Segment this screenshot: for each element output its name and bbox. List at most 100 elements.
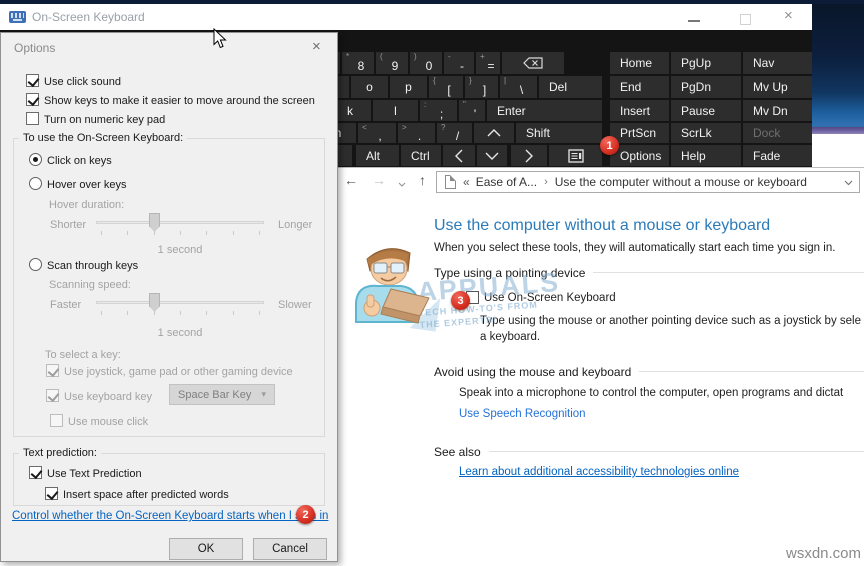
osk-key[interactable]: PgUp <box>671 52 741 74</box>
section-avoid-mouse-keyboard: Avoid using the mouse and keyboard <box>434 364 864 379</box>
osk-key[interactable]: Help <box>671 145 741 166</box>
use-click-sound-label[interactable]: Use click sound <box>44 76 121 88</box>
osk-key[interactable]: Insert <box>610 100 669 121</box>
hover-duration-slider[interactable] <box>96 221 264 224</box>
osk-key[interactable]: "' <box>459 100 485 121</box>
breadcrumb-current-page[interactable]: Use the computer without a mouse or keyb… <box>555 175 807 189</box>
osk-key[interactable]: <, <box>358 123 396 143</box>
osk-key[interactable]: ?/ <box>437 123 472 143</box>
breadcrumb-ease-of-access[interactable]: Ease of A... <box>476 175 537 189</box>
hover-over-keys-label[interactable]: Hover over keys <box>47 179 126 191</box>
osk-key[interactable]: l <box>373 100 418 121</box>
use-click-sound-checkbox[interactable] <box>26 74 39 87</box>
accessibility-technologies-link[interactable]: Learn about additional accessibility tec… <box>459 466 739 478</box>
osk-key[interactable]: PrtScn <box>610 123 669 143</box>
insert-space-checkbox[interactable] <box>45 487 58 500</box>
startup-control-link[interactable]: Control whether the On-Screen Keyboard s… <box>12 510 328 522</box>
cancel-button[interactable]: Cancel <box>253 538 327 560</box>
key-label: Home <box>620 57 652 69</box>
close-icon[interactable]: × <box>784 7 793 24</box>
osk-key[interactable]: {[ <box>429 76 463 98</box>
key-label: k <box>347 105 353 117</box>
click-on-keys-radio[interactable] <box>29 153 42 166</box>
osk-key[interactable]: Fade <box>743 145 812 166</box>
show-keys-label[interactable]: Show keys to make it easier to move arou… <box>44 95 315 107</box>
use-text-prediction-label[interactable]: Use Text Prediction <box>47 468 142 480</box>
osk-key[interactable]: Nav <box>743 52 812 74</box>
osk-key[interactable]: Ctrl <box>401 145 441 166</box>
scan-slower-label: Slower <box>278 299 312 311</box>
scan-through-keys-radio[interactable] <box>29 258 42 271</box>
key-label: PgDn <box>681 81 711 93</box>
osk-key[interactable]: += <box>476 52 500 74</box>
numeric-keypad-checkbox[interactable] <box>26 112 39 125</box>
show-keys-checkbox[interactable] <box>26 93 39 106</box>
forward-arrow-icon[interactable]: → <box>372 172 386 188</box>
osk-key-dock-menu[interactable] <box>549 145 602 166</box>
use-text-prediction-checkbox[interactable] <box>29 466 42 479</box>
key-label: ScrLk <box>681 127 712 139</box>
osk-key[interactable]: Home <box>610 52 669 74</box>
osk-key[interactable]: Mv Up <box>743 76 812 98</box>
address-dropdown-chevron-icon[interactable] <box>844 173 853 191</box>
osk-key[interactable]: -- <box>444 52 474 74</box>
keyboard-key-label: Use keyboard key <box>64 391 152 403</box>
recent-pages-chevron-icon[interactable] <box>398 175 406 191</box>
osk-key[interactable]: *8 <box>342 52 374 74</box>
screen: ← → ↑ « Ease of A... › Use the computer … <box>0 0 864 566</box>
breadcrumb-prefix: « <box>463 175 470 189</box>
osk-key-backspace[interactable] <box>502 52 564 74</box>
use-speech-recognition-link[interactable]: Use Speech Recognition <box>459 408 586 420</box>
mouse-click-checkbox[interactable] <box>50 414 63 427</box>
osk-key[interactable]: :; <box>420 100 457 121</box>
keyboard-key-dropdown[interactable]: Space Bar Key ▾ <box>169 384 275 405</box>
key-label: l <box>394 105 397 117</box>
back-arrow-icon[interactable]: ← <box>344 172 358 188</box>
insert-space-label[interactable]: Insert space after predicted words <box>63 489 229 501</box>
osk-key[interactable]: Del <box>539 76 602 98</box>
osk-key[interactable]: Enter <box>487 100 602 121</box>
section-see-also: See also <box>434 444 864 459</box>
key-label: 0 <box>426 60 433 72</box>
minimize-icon[interactable] <box>688 20 700 22</box>
osk-key-chevron-left[interactable] <box>443 145 475 166</box>
osk-key[interactable]: )0 <box>410 52 442 74</box>
osk-key[interactable]: Alt <box>356 145 399 166</box>
osk-key[interactable]: p <box>390 76 427 98</box>
osk-key[interactable]: ScrLk <box>671 123 741 143</box>
joystick-checkbox[interactable] <box>46 364 59 377</box>
osk-titlebar[interactable]: On-Screen Keyboard × <box>0 4 812 30</box>
click-on-keys-label[interactable]: Click on keys <box>47 155 112 167</box>
key-shift-char: > <box>402 123 407 132</box>
key-label: ' <box>474 108 476 120</box>
use-osk-label[interactable]: Use On-Screen Keyboard <box>484 292 616 304</box>
osk-key[interactable]: Dock <box>743 123 812 143</box>
keyboard-key-checkbox[interactable] <box>46 389 59 402</box>
osk-key[interactable]: End <box>610 76 669 98</box>
scan-through-keys-label[interactable]: Scan through keys <box>47 260 138 272</box>
address-bar[interactable]: « Ease of A... › Use the computer withou… <box>436 171 860 193</box>
osk-key[interactable]: o <box>351 76 388 98</box>
osk-key[interactable]: Pause <box>671 100 741 121</box>
osk-key[interactable]: Shift <box>516 123 602 143</box>
dialog-close-icon[interactable]: × <box>312 38 321 55</box>
osk-key-chevron-down[interactable] <box>477 145 507 166</box>
hover-over-keys-radio[interactable] <box>29 177 42 190</box>
scanning-speed-slider[interactable] <box>96 301 264 304</box>
page-icon <box>445 175 456 189</box>
ok-button[interactable]: OK <box>169 538 243 560</box>
osk-key[interactable]: Mv Dn <box>743 100 812 121</box>
up-arrow-icon[interactable]: ↑ <box>419 172 426 188</box>
osk-key-chevron-up[interactable] <box>474 123 514 143</box>
key-label: Dock <box>753 127 780 139</box>
osk-key[interactable]: |\ <box>500 76 537 98</box>
numeric-keypad-label[interactable]: Turn on numeric key pad <box>44 114 165 126</box>
osk-window-title: On-Screen Keyboard <box>32 10 145 24</box>
osk-key[interactable]: }] <box>465 76 498 98</box>
osk-key-chevron-right[interactable] <box>511 145 547 166</box>
osk-key[interactable]: (9 <box>376 52 408 74</box>
osk-key[interactable]: Options <box>610 145 669 166</box>
osk-key[interactable]: >. <box>398 123 435 143</box>
osk-key[interactable]: PgDn <box>671 76 741 98</box>
maximize-icon[interactable] <box>740 14 751 25</box>
